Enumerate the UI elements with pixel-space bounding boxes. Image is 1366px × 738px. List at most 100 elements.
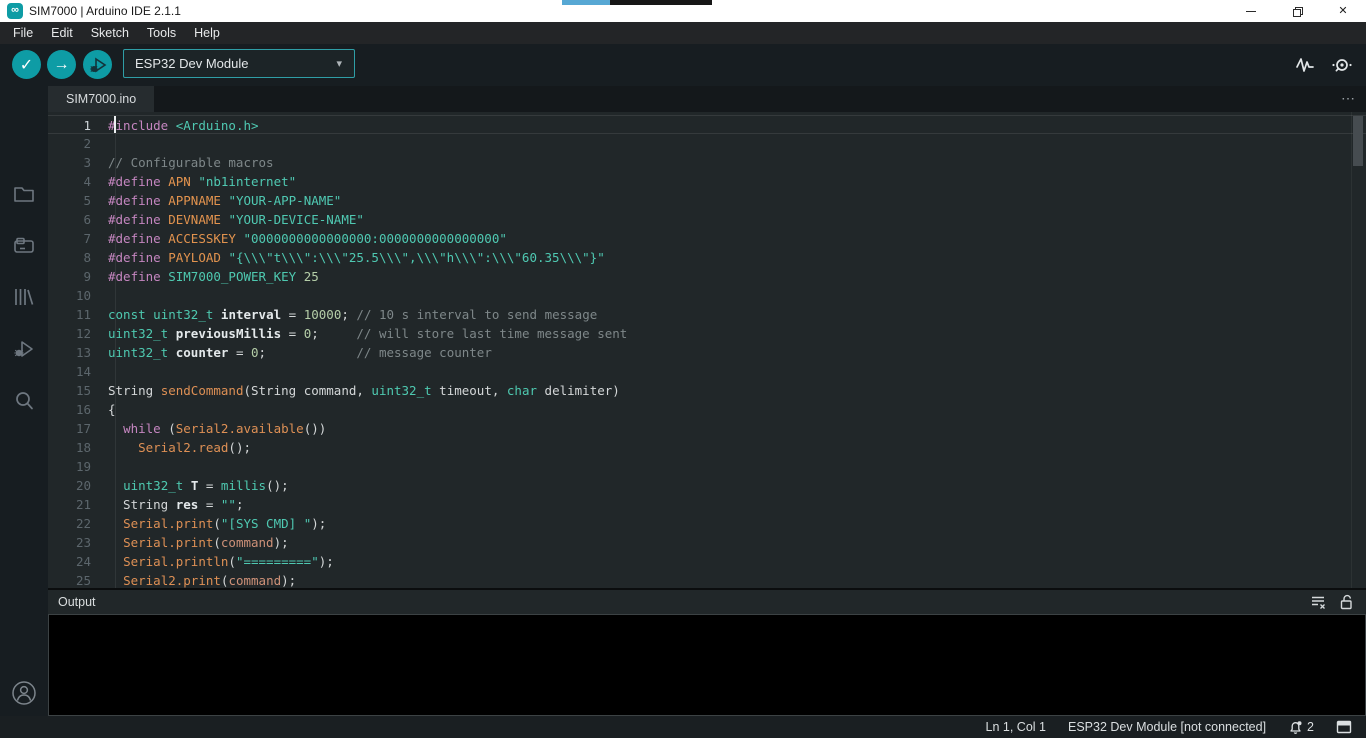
line-number: 17 — [48, 419, 108, 438]
code-editor[interactable]: 1#include <Arduino.h>23// Configurable m… — [48, 112, 1366, 588]
chevron-down-icon: ▾ — [336, 57, 354, 70]
board-selector-dropdown[interactable]: ESP32 Dev Module ▾ — [123, 49, 355, 78]
close-button[interactable]: ✕ — [1320, 0, 1366, 22]
code-line-20[interactable]: 20 uint32_t T = millis(); — [48, 476, 1366, 495]
debug-button[interactable] — [83, 50, 112, 79]
line-number: 8 — [48, 248, 108, 267]
code-line-22[interactable]: 22 Serial.print("[SYS CMD] "); — [48, 514, 1366, 533]
toolbar: ✓ → ESP32 Dev Module ▾ — [0, 44, 1366, 86]
line-number: 12 — [48, 324, 108, 343]
code-line-12[interactable]: 12uint32_t previousMillis = 0; // will s… — [48, 324, 1366, 343]
menubar: FileEditSketchToolsHelp — [0, 22, 1366, 44]
clear-output-icon[interactable] — [1310, 594, 1327, 610]
line-number: 13 — [48, 343, 108, 362]
text-cursor — [114, 116, 116, 133]
code-line-1[interactable]: 1#include <Arduino.h> — [48, 115, 1366, 134]
line-number: 22 — [48, 514, 108, 533]
bell-icon — [1288, 720, 1303, 735]
code-line-8[interactable]: 8#define PAYLOAD "{\\\"t\\\":\\\"25.5\\\… — [48, 248, 1366, 267]
autoscroll-lock-icon[interactable] — [1339, 594, 1354, 610]
line-number: 11 — [48, 305, 108, 324]
code-line-11[interactable]: 11const uint32_t interval = 10000; // 10… — [48, 305, 1366, 324]
line-number: 24 — [48, 552, 108, 571]
arduino-logo-icon: ∞ — [7, 3, 23, 19]
sketchbook-folder-icon[interactable] — [0, 181, 48, 207]
boards-manager-icon[interactable] — [0, 233, 48, 259]
line-number: 20 — [48, 476, 108, 495]
window-title: SIM7000 | Arduino IDE 2.1.1 — [29, 0, 181, 22]
menu-item-help[interactable]: Help — [185, 22, 229, 44]
code-line-25[interactable]: 25 Serial2.print(command); — [48, 571, 1366, 588]
upload-button[interactable]: → — [47, 50, 76, 79]
line-number: 5 — [48, 191, 108, 210]
titlebar: ∞ SIM7000 | Arduino IDE 2.1.1 ✕ — [0, 0, 1366, 22]
toggle-panel-icon[interactable] — [1336, 720, 1352, 734]
tabbar: SIM7000.ino ⋯ — [48, 86, 1366, 112]
taskbar-peek-progress — [562, 0, 610, 5]
line-number: 19 — [48, 457, 108, 476]
verify-button[interactable]: ✓ — [12, 50, 41, 79]
line-number: 10 — [48, 286, 108, 305]
line-number: 9 — [48, 267, 108, 286]
statusbar: Ln 1, Col 1 ESP32 Dev Module [not connec… — [0, 716, 1366, 738]
debug-panel-icon[interactable] — [0, 336, 48, 362]
tab-sim7000[interactable]: SIM7000.ino — [48, 86, 154, 112]
code-line-14[interactable]: 14 — [48, 362, 1366, 381]
code-line-13[interactable]: 13uint32_t counter = 0; // message count… — [48, 343, 1366, 362]
line-number: 15 — [48, 381, 108, 400]
minimize-button[interactable] — [1228, 0, 1274, 22]
editor-scrollbar-thumb[interactable] — [1353, 116, 1363, 166]
code-line-23[interactable]: 23 Serial.print(command); — [48, 533, 1366, 552]
minimize-icon — [1246, 11, 1256, 12]
code-line-4[interactable]: 4#define APN "nb1internet" — [48, 172, 1366, 191]
output-panel-title: Output — [48, 595, 1310, 609]
output-panel-header: Output — [48, 588, 1366, 614]
code-line-6[interactable]: 6#define DEVNAME "YOUR-DEVICE-NAME" — [48, 210, 1366, 229]
menu-item-file[interactable]: File — [4, 22, 42, 44]
code-line-3[interactable]: 3// Configurable macros — [48, 153, 1366, 172]
menu-item-sketch[interactable]: Sketch — [82, 22, 138, 44]
board-status[interactable]: ESP32 Dev Module [not connected] — [1068, 720, 1266, 734]
cursor-position[interactable]: Ln 1, Col 1 — [986, 720, 1046, 734]
code-line-7[interactable]: 7#define ACCESSKEY "0000000000000000:000… — [48, 229, 1366, 248]
serial-monitor-icon[interactable] — [1330, 54, 1354, 76]
code-line-24[interactable]: 24 Serial.println("========="); — [48, 552, 1366, 571]
line-number: 7 — [48, 229, 108, 248]
code-line-5[interactable]: 5#define APPNAME "YOUR-APP-NAME" — [48, 191, 1366, 210]
line-number: 6 — [48, 210, 108, 229]
code-line-21[interactable]: 21 String res = ""; — [48, 495, 1366, 514]
output-console[interactable] — [48, 614, 1366, 716]
tab-overflow-menu[interactable]: ⋯ — [1341, 86, 1356, 112]
line-number: 3 — [48, 153, 108, 172]
arrow-right-icon: → — [54, 56, 70, 74]
line-number: 18 — [48, 438, 108, 457]
serial-plotter-icon[interactable] — [1294, 54, 1316, 76]
code-line-18[interactable]: 18 Serial2.read(); — [48, 438, 1366, 457]
indent-guide — [115, 134, 116, 588]
code-line-2[interactable]: 2 — [48, 134, 1366, 153]
line-number: 1 — [48, 116, 108, 133]
code-line-19[interactable]: 19 — [48, 457, 1366, 476]
account-icon[interactable] — [0, 679, 48, 707]
library-manager-icon[interactable] — [0, 284, 48, 310]
notification-count: 2 — [1307, 720, 1314, 734]
line-number: 21 — [48, 495, 108, 514]
code-line-10[interactable]: 10 — [48, 286, 1366, 305]
code-line-15[interactable]: 15String sendCommand(String command, uin… — [48, 381, 1366, 400]
code-line-9[interactable]: 9#define SIM7000_POWER_KEY 25 — [48, 267, 1366, 286]
restore-button[interactable] — [1274, 0, 1320, 22]
restore-icon — [1293, 7, 1301, 15]
search-icon[interactable] — [0, 388, 48, 414]
close-icon: ✕ — [1338, 6, 1347, 17]
notifications-bell[interactable]: 2 — [1288, 720, 1314, 735]
board-selector-value: ESP32 Dev Module — [124, 56, 336, 71]
editor-scrollbar[interactable] — [1351, 112, 1366, 588]
menu-item-tools[interactable]: Tools — [138, 22, 185, 44]
debug-bug-play-icon — [88, 55, 108, 75]
line-number: 16 — [48, 400, 108, 419]
code-line-16[interactable]: 16{ — [48, 400, 1366, 419]
line-number: 23 — [48, 533, 108, 552]
menu-item-edit[interactable]: Edit — [42, 22, 82, 44]
code-line-17[interactable]: 17 while (Serial2.available()) — [48, 419, 1366, 438]
line-number: 4 — [48, 172, 108, 191]
